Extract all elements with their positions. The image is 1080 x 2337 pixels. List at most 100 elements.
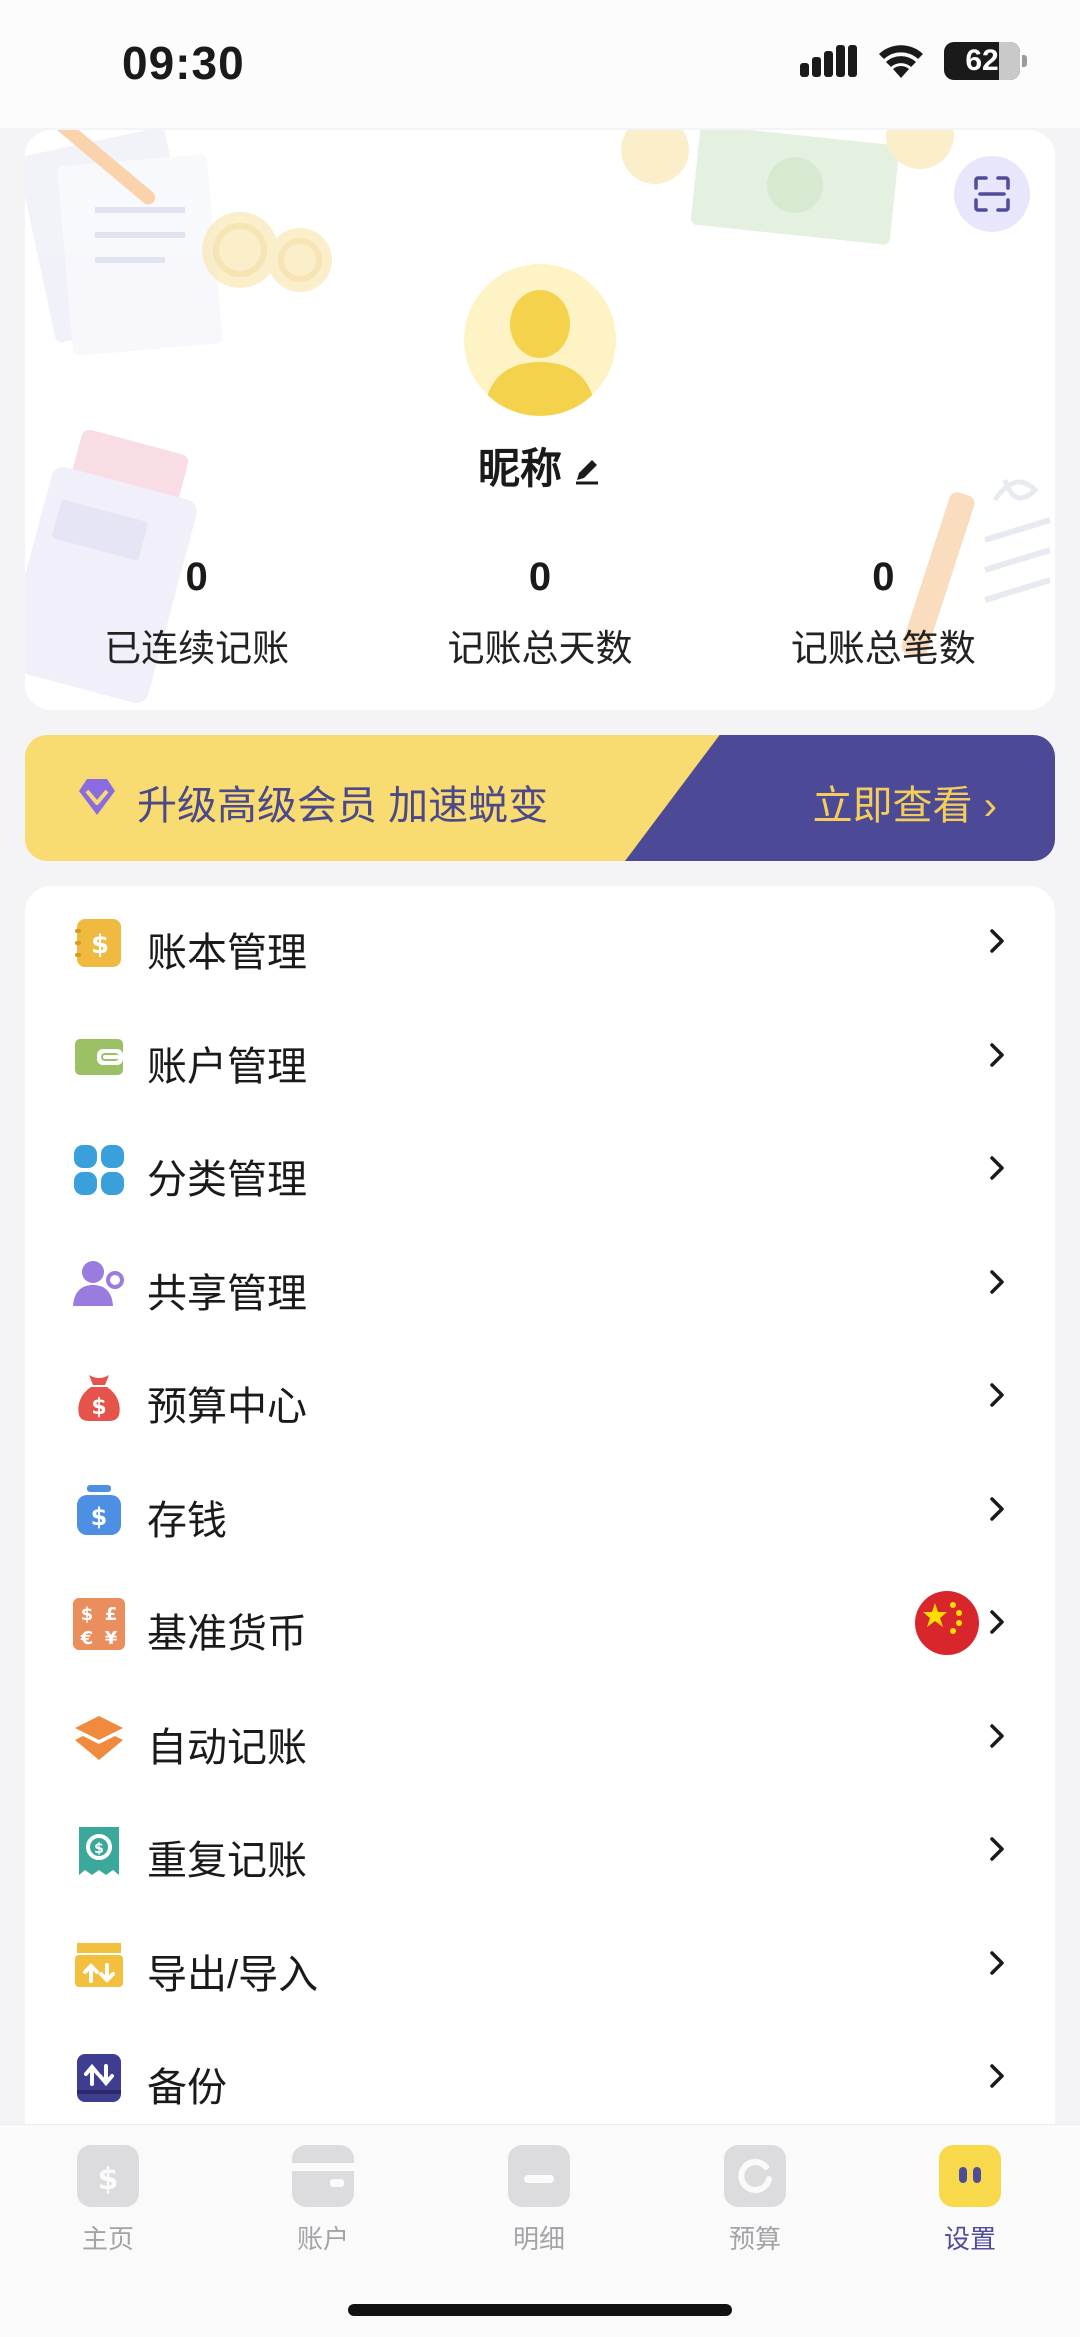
chevron-right-icon: [990, 1383, 1004, 1407]
svg-text:$: $: [91, 1395, 106, 1420]
stats-row: 0 已连续记账 0 记账总天数 0 记账总笔数: [25, 555, 1055, 672]
menu-item-ledger-management[interactable]: $ 账本管理: [25, 886, 1055, 1000]
svg-text:¥: ¥: [105, 1628, 118, 1649]
menu-item-export-import[interactable]: 导出/导入: [25, 1908, 1055, 2022]
diamond-icon: [79, 779, 115, 815]
menu-item-budget-center[interactable]: $ 预算中心: [25, 1340, 1055, 1454]
tab-settings[interactable]: 设置: [910, 2145, 1030, 2256]
chevron-right-icon: [990, 2064, 1004, 2088]
menu-item-auto-bookkeeping[interactable]: 自动记账: [25, 1681, 1055, 1795]
calendar-icon: [508, 2141, 570, 2207]
wifi-icon: [879, 45, 923, 78]
settings-menu: $ 账本管理 账户管理 分类管理 共享管理 $ 预算中心 $ 存钱 $ £ € …: [25, 886, 1055, 2146]
menu-item-account-management[interactable]: 账户管理: [25, 1000, 1055, 1114]
chevron-right-icon: [990, 1837, 1004, 1861]
tab-label: 设置: [943, 2224, 996, 2254]
svg-text:$: $: [98, 2162, 119, 2197]
budget-refresh-icon: [724, 2145, 786, 2207]
svg-text:£: £: [105, 1604, 118, 1625]
status-icons: 62: [800, 42, 1027, 80]
menu-label: 重复记账: [147, 1839, 307, 1883]
vip-view-now-button[interactable]: 立即查看 ›: [813, 773, 997, 831]
menu-label: 备份: [147, 2066, 227, 2110]
stat-label: 已连续记账: [104, 628, 290, 669]
chevron-right-icon: [990, 1496, 1004, 1521]
home-dollar-icon: $: [77, 2145, 139, 2207]
nickname-row[interactable]: 昵称: [25, 435, 1055, 496]
menu-item-category-management[interactable]: 分类管理: [25, 1113, 1055, 1227]
scan-icon: [974, 176, 1010, 212]
cellular-signal-icon: [800, 45, 857, 77]
chevron-right-icon: [990, 1950, 1004, 1975]
layers-icon: [75, 1715, 123, 1760]
tab-label: 预算: [728, 2224, 781, 2254]
export-import-box-icon: [75, 1942, 123, 1987]
status-bar: 09:30 62: [0, 0, 1080, 128]
menu-item-base-currency[interactable]: $ £ € ¥ 基准货币: [25, 1567, 1055, 1681]
chevron-right-icon: [990, 1269, 1004, 1294]
tab-home[interactable]: $ 主页: [48, 2145, 168, 2256]
savings-jar-icon: $: [77, 1484, 121, 1535]
menu-label: 预算中心: [147, 1385, 307, 1429]
menu-label: 存钱: [147, 1498, 227, 1543]
chevron-right-icon: [990, 1723, 1004, 1748]
tab-label: 主页: [81, 2224, 134, 2254]
currency-icon: $ £ € ¥: [73, 1598, 125, 1650]
stat-label: 记账总天数: [447, 628, 633, 669]
stat-value: 0: [872, 555, 895, 599]
vip-banner-text: 升级高级会员 加速蜕变: [137, 784, 549, 828]
svg-text:€: €: [80, 1628, 94, 1649]
wallet-icon: [75, 1038, 123, 1075]
menu-item-backup[interactable]: 备份: [25, 2021, 1055, 2135]
status-time: 09:30: [122, 37, 245, 89]
banknote-illustration-icon: [621, 130, 954, 245]
nickname: 昵称: [477, 445, 562, 492]
tab-label: 明细: [512, 2224, 565, 2254]
vip-upgrade-banner[interactable]: 升级高级会员 加速蜕变 立即查看 ›: [25, 735, 1055, 861]
tab-budget[interactable]: 预算: [695, 2145, 815, 2256]
stat-value: 0: [528, 555, 552, 599]
menu-item-share-management[interactable]: 共享管理: [25, 1227, 1055, 1341]
user-avatar-icon: [484, 290, 596, 416]
chevron-right-icon: [990, 1042, 1004, 1067]
category-grid-icon: [74, 1145, 124, 1195]
profile-card: 昵称 0 已连续记账 0 记账总天数 0 记账总笔数: [25, 130, 1055, 710]
coins-illustration-icon: [202, 212, 332, 292]
stat-total-entries: 0 记账总笔数: [712, 555, 1055, 672]
ledger-icon: $: [75, 919, 121, 967]
stat-label: 记账总笔数: [790, 628, 976, 669]
money-bag-icon: $: [78, 1375, 120, 1421]
share-users-icon: [73, 1260, 124, 1306]
tab-accounts[interactable]: 账户: [263, 2145, 383, 2256]
menu-label: 账户管理: [147, 1044, 307, 1089]
chevron-right-icon: [990, 929, 1004, 953]
svg-text:$: $: [94, 1841, 104, 1857]
menu-label: 分类管理: [147, 1158, 307, 1202]
tab-details[interactable]: 明细: [479, 2141, 599, 2256]
tab-label: 账户: [296, 2224, 349, 2254]
battery-indicator: 62: [944, 42, 1027, 80]
backup-drive-icon: [77, 2054, 121, 2102]
edit-pencil-icon[interactable]: [572, 455, 602, 485]
svg-text:$: $: [91, 1503, 108, 1531]
china-flag-icon: [915, 1591, 979, 1655]
menu-label: 基准货币: [147, 1612, 307, 1656]
home-indicator[interactable]: [348, 2304, 732, 2316]
repeat-receipt-icon: $: [79, 1827, 119, 1875]
stat-streak: 0 已连续记账: [25, 555, 368, 672]
chevron-right-icon: [990, 1610, 1004, 1634]
menu-label: 账本管理: [147, 931, 307, 975]
avatar[interactable]: [464, 264, 616, 416]
svg-text:$: $: [91, 930, 109, 960]
menu-item-savings[interactable]: $ 存钱: [25, 1454, 1055, 1568]
menu-item-recurring-bookkeeping[interactable]: $ 重复记账: [25, 1794, 1055, 1908]
menu-label: 导出/导入: [147, 1952, 319, 1997]
menu-label: 自动记账: [147, 1725, 307, 1770]
chevron-right-icon: [990, 1156, 1004, 1180]
card-icon: [292, 2145, 354, 2207]
stat-total-days: 0 记账总天数: [368, 555, 711, 672]
stat-value: 0: [185, 555, 208, 599]
menu-label: 共享管理: [147, 1271, 307, 1316]
scan-button[interactable]: [954, 156, 1030, 232]
settings-face-icon: [939, 2145, 1001, 2207]
